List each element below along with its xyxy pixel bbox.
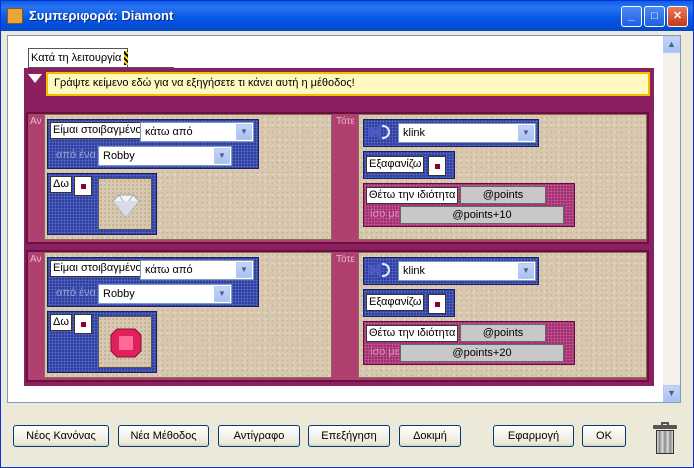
ok-button[interactable]: OK (582, 425, 626, 447)
see-block: Δω (47, 173, 157, 235)
object-dropdown[interactable]: Robby ▼ (98, 146, 232, 166)
close-button[interactable]: ✕ (667, 6, 688, 27)
position-dropdown[interactable]: κάτω από ▼ (140, 260, 254, 280)
rule-2: Αν Είμαι στοιβαγμένο κάτω από ▼ από ένα R… (26, 250, 649, 382)
chevron-down-icon: ▼ (236, 124, 252, 140)
app-icon (7, 8, 23, 24)
editor-area: ▲ ▼ Κατά τη λειτουργία Γράψτε κείμενο εδ… (7, 35, 681, 403)
chevron-down-icon: ▼ (518, 263, 534, 279)
mode-tab-label: Κατά τη λειτουργία (28, 48, 128, 68)
method-frame: Γράψτε κείμενο εδώ για να εξηγήσετε τι κ… (24, 68, 654, 386)
copy-button[interactable]: Αντίγραφο (218, 425, 300, 447)
set-property-label: Θέτω την ιδιότητα (366, 325, 459, 342)
hide-block: Εξαφανίζω (363, 289, 455, 317)
hide-target-slot[interactable] (428, 156, 446, 176)
speaker-icon (366, 122, 392, 142)
maximize-button[interactable]: □ (644, 6, 665, 27)
if-label: Αν (30, 254, 42, 265)
title-bar[interactable]: Συμπεριφορά: Diamont _ □ ✕ (1, 1, 693, 31)
condition-verb: Είμαι στοιβαγμένο (50, 260, 145, 277)
if-panel: Είμαι στοιβαγμένο κάτω από ▼ από ένα Robb… (44, 114, 332, 240)
hide-block: Εξαφανίζω (363, 151, 455, 179)
mode-tab[interactable]: Κατά τη λειτουργία (28, 48, 174, 68)
from-label: από ένα (56, 287, 96, 299)
chevron-down-icon: ▼ (214, 286, 230, 302)
then-panel: klink ▼ Εξαφανίζω Θέτω την ιδιότητα @poin… (358, 114, 647, 240)
scroll-down-icon[interactable]: ▼ (663, 385, 680, 402)
hide-label: Εξαφανίζω (366, 156, 425, 173)
see-target-slot[interactable] (74, 314, 92, 334)
window-title: Συμπεριφορά: Diamont (29, 8, 174, 23)
position-dropdown[interactable]: κάτω από ▼ (140, 122, 254, 142)
sound-block: klink ▼ (363, 119, 539, 147)
diamond-icon[interactable] (98, 178, 152, 230)
test-button[interactable]: Δοκιμή (399, 425, 461, 447)
trash-icon[interactable] (653, 421, 677, 455)
condition-block: Είμαι στοιβαγμένο κάτω από ▼ από ένα Robb… (47, 257, 259, 307)
new-method-button[interactable]: Νέα Μέθοδος (118, 425, 209, 447)
property-field[interactable]: @points (460, 324, 546, 342)
property-field[interactable]: @points (460, 186, 546, 204)
speaker-icon (366, 260, 392, 280)
method-comment[interactable]: Γράψτε κείμενο εδώ για να εξηγήσετε τι κ… (46, 72, 650, 96)
new-rule-button[interactable]: Νέος Κανόνας (13, 425, 109, 447)
scroll-up-icon[interactable]: ▲ (663, 36, 680, 53)
value-field[interactable]: @points+20 (400, 344, 564, 362)
see-label: Δω (50, 176, 72, 193)
sound-dropdown[interactable]: klink ▼ (398, 123, 536, 143)
value-field[interactable]: @points+10 (400, 206, 564, 224)
if-panel: Είμαι στοιβαγμένο κάτω από ▼ από ένα Robb… (44, 252, 332, 378)
behavior-window: Συμπεριφορά: Diamont _ □ ✕ ▲ ▼ Κατά τη λ… (0, 0, 694, 468)
condition-block: Είμαι στοιβαγμένο κάτω από ▼ από ένα Robb… (47, 119, 259, 169)
apply-button[interactable]: Εφαρμογή (493, 425, 574, 447)
rule-1: Αν Είμαι στοιβαγμένο κάτω από ▼ από ένα R… (26, 112, 649, 244)
hide-target-slot[interactable] (428, 294, 446, 314)
sound-dropdown[interactable]: klink ▼ (398, 261, 536, 281)
set-property-label: Θέτω την ιδιότητα (366, 187, 459, 204)
object-dropdown[interactable]: Robby ▼ (98, 284, 232, 304)
see-target-slot[interactable] (74, 176, 92, 196)
chevron-down-icon: ▼ (236, 262, 252, 278)
see-block: Δω (47, 311, 157, 373)
from-label: από ένα (56, 149, 96, 161)
set-property-block: Θέτω την ιδιότητα @points ίσο με @points… (363, 183, 575, 227)
set-property-block: Θέτω την ιδιότητα @points ίσο με @points… (363, 321, 575, 365)
then-label: Τότε (336, 116, 355, 127)
hide-label: Εξαφανίζω (366, 294, 425, 311)
then-panel: klink ▼ Εξαφανίζω Θέτω την ιδιότητα @poin… (358, 252, 647, 378)
ruby-icon[interactable] (98, 316, 152, 368)
equals-label: ίσο με (370, 346, 400, 358)
condition-verb: Είμαι στοιβαγμένο (50, 122, 145, 139)
minimize-button[interactable]: _ (621, 6, 642, 27)
explain-button[interactable]: Επεξήγηση (308, 425, 390, 447)
chevron-down-icon: ▼ (518, 125, 534, 141)
see-label: Δω (50, 314, 72, 331)
chevron-down-icon: ▼ (214, 148, 230, 164)
sound-block: klink ▼ (363, 257, 539, 285)
vertical-scrollbar[interactable]: ▲ ▼ (663, 36, 680, 402)
collapse-triangle-icon[interactable] (28, 74, 42, 83)
if-label: Αν (30, 116, 42, 127)
then-label: Τότε (336, 254, 355, 265)
equals-label: ίσο με (370, 208, 400, 220)
